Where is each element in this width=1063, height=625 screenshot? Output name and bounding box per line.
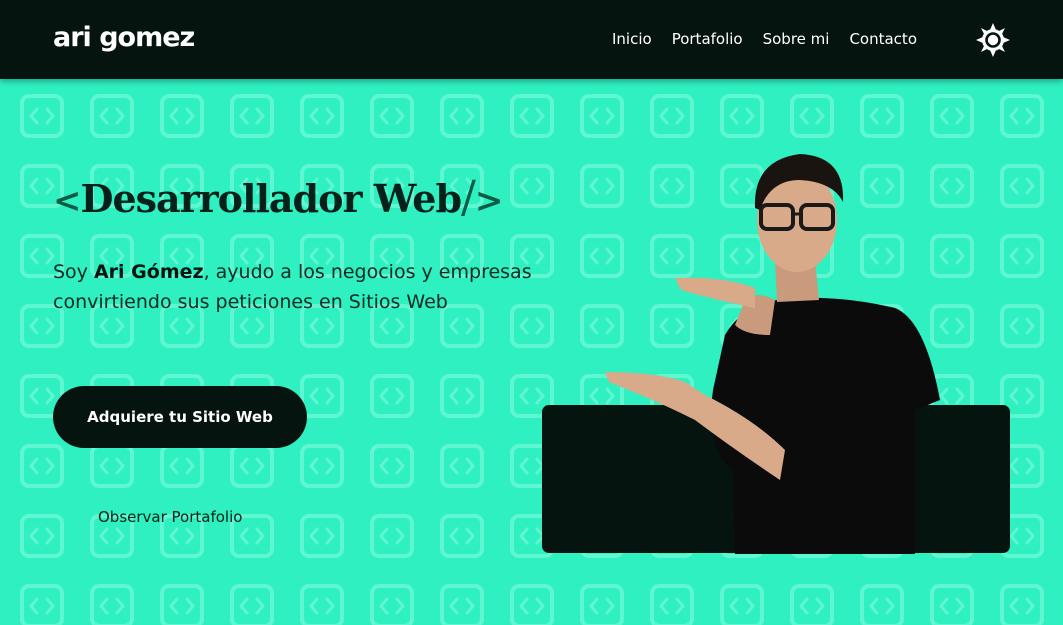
view-portfolio-link[interactable]: Observar Portafolio: [98, 508, 242, 526]
top-navbar: ari gomez Inicio Portafolio Sobre mi Con…: [0, 0, 1063, 79]
desc-prefix: Soy: [53, 261, 94, 283]
hero-title: <Desarrollador Web/>: [53, 172, 503, 223]
portrait-photo: [595, 150, 955, 554]
theme-toggle-sun-icon[interactable]: [975, 22, 1011, 58]
nav-contacto[interactable]: Contacto: [849, 30, 917, 48]
hero-description: Soy Ari Gómez, ayudo a los negocios y em…: [53, 257, 533, 317]
desc-name: Ari Gómez: [93, 261, 204, 283]
nav-inicio[interactable]: Inicio: [612, 30, 652, 48]
title-text: Desarrollador Web: [80, 176, 463, 221]
title-open-bracket: <: [53, 181, 81, 221]
nav-portafolio[interactable]: Portafolio: [672, 30, 743, 48]
title-close-bracket: >: [474, 181, 503, 221]
title-slash: /: [461, 172, 476, 223]
nav-sobre-mi[interactable]: Sobre mi: [763, 30, 830, 48]
site-logo[interactable]: ari gomez: [53, 22, 195, 53]
acquire-website-button[interactable]: Adquiere tu Sitio Web: [53, 386, 307, 448]
main-nav: Inicio Portafolio Sobre mi Contacto: [612, 30, 917, 48]
